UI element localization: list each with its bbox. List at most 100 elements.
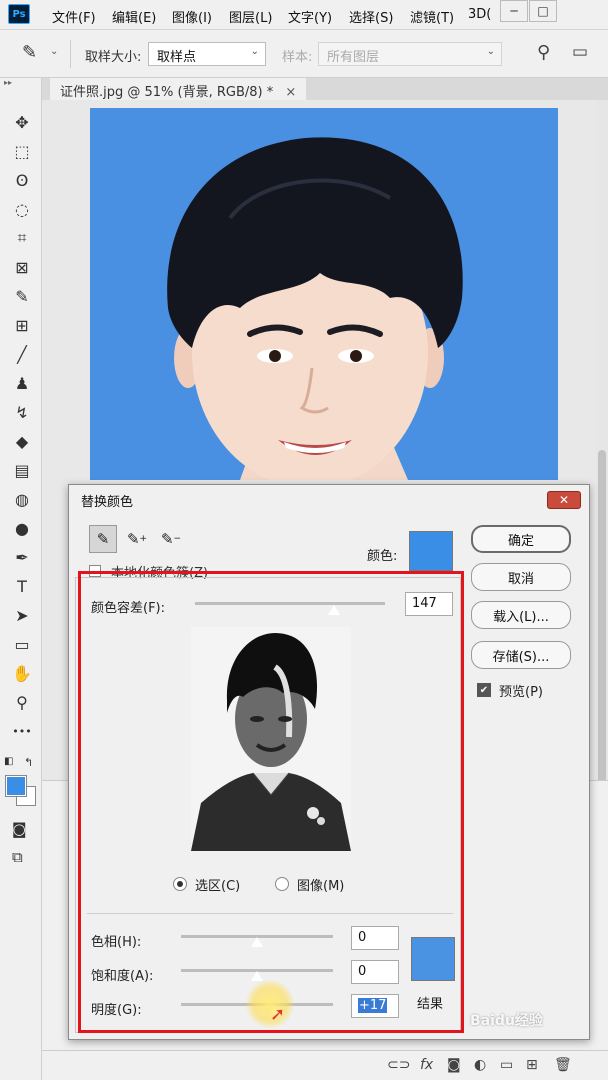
collapse-arrows-icon[interactable]: ▸▸ bbox=[4, 78, 12, 87]
eyedropper-tool-icon[interactable]: ✎ bbox=[22, 42, 37, 63]
menu-type[interactable]: 文字(Y) bbox=[288, 7, 332, 26]
target-color-swatch[interactable] bbox=[409, 531, 453, 571]
chevron-down-icon: ⌄ bbox=[250, 46, 259, 57]
foreground-color-swatch[interactable] bbox=[5, 775, 27, 797]
replace-color-dialog: 替换颜色 ✕ ✎ ✎ + ✎ − 颜色: 本地化颜色簇(Z) 确定 取消 载入(L)… bbox=[68, 484, 590, 1040]
selection-preview[interactable] bbox=[191, 627, 351, 851]
zoom-icon[interactable]: ⚲ bbox=[10, 690, 34, 714]
blur-icon[interactable]: ◍ bbox=[10, 487, 34, 511]
type-icon[interactable]: T bbox=[10, 574, 34, 598]
result-color-swatch[interactable] bbox=[411, 937, 455, 981]
save-button[interactable]: 存储(S)... bbox=[471, 641, 571, 669]
default-colors-icon[interactable]: ◧ bbox=[4, 756, 13, 767]
document-tab[interactable]: 证件照.jpg @ 51% (背景, RGB/8) * × bbox=[50, 78, 307, 100]
group-folder-icon[interactable]: ▭ bbox=[500, 1057, 513, 1073]
mouse-cursor-icon: ➚ bbox=[270, 1004, 286, 1025]
selection-mask-image bbox=[191, 627, 351, 851]
eyedropper-icon[interactable]: ✎ bbox=[89, 525, 117, 553]
menu-filter[interactable]: 滤镜(T) bbox=[410, 7, 454, 26]
frame-icon[interactable]: ⊠ bbox=[10, 255, 34, 279]
layers-panel-footer: ⊂⊃ fx ◙ ◐ ▭ ⊞ 🗑 bbox=[42, 1050, 608, 1080]
eyedropper-plus-icon[interactable]: ✎ + bbox=[123, 525, 151, 553]
hand-icon[interactable]: ✋ bbox=[10, 661, 34, 685]
gradient-icon[interactable]: ▤ bbox=[10, 458, 34, 482]
menu-edit[interactable]: 编辑(E) bbox=[112, 7, 156, 26]
hue-value: 0 bbox=[358, 930, 367, 945]
ok-button[interactable]: 确定 bbox=[471, 525, 571, 553]
sample-select[interactable]: 所有图层 ⌄ bbox=[318, 42, 502, 66]
history-brush-icon[interactable]: ↯ bbox=[10, 400, 34, 424]
eyedropper-minus-icon[interactable]: ✎ − bbox=[157, 525, 185, 553]
lasso-icon[interactable]: ʘ bbox=[10, 168, 34, 192]
fuzziness-value: 147 bbox=[412, 596, 437, 611]
preview-label: 预览(P) bbox=[499, 685, 543, 700]
selection-radio-label: 选区(C) bbox=[195, 879, 241, 894]
menu-layer[interactable]: 图层(L) bbox=[229, 7, 272, 26]
workspace-icon[interactable]: ▭ bbox=[572, 42, 588, 62]
localized-clusters-checkbox[interactable] bbox=[89, 565, 101, 577]
new-layer-icon[interactable]: ⊞ bbox=[526, 1057, 538, 1073]
menu-file[interactable]: 文件(F) bbox=[52, 7, 96, 26]
move-icon[interactable]: ✥ bbox=[10, 110, 34, 134]
marquee-icon[interactable]: ⬚ bbox=[10, 139, 34, 163]
rectangle-icon[interactable]: ▭ bbox=[10, 632, 34, 656]
quick-select-icon[interactable]: ◌ bbox=[10, 197, 34, 221]
path-select-icon[interactable]: ➤ bbox=[10, 603, 34, 627]
more-icon[interactable]: ••• bbox=[10, 719, 34, 743]
menu-image[interactable]: 图像(I) bbox=[172, 7, 212, 26]
restore-button[interactable]: □ bbox=[529, 0, 557, 22]
divider bbox=[70, 40, 71, 68]
image-radio[interactable] bbox=[275, 877, 289, 891]
group-divider bbox=[87, 913, 453, 914]
sample-size-select[interactable]: 取样点 ⌄ bbox=[148, 42, 266, 66]
portrait-image bbox=[167, 137, 463, 480]
crop-icon[interactable]: ⌗ bbox=[10, 226, 34, 250]
dialog-close-button[interactable]: ✕ bbox=[547, 491, 581, 509]
stamp-icon[interactable]: ♟ bbox=[10, 371, 34, 395]
eyedropper-icon[interactable]: ✎ bbox=[10, 284, 34, 308]
mask-icon[interactable]: ◙ bbox=[447, 1057, 461, 1073]
dodge-icon[interactable]: ● bbox=[10, 516, 34, 540]
fuzziness-input[interactable]: 147 bbox=[405, 592, 453, 616]
chevron-down-icon[interactable]: ⌄ bbox=[50, 46, 58, 57]
link-layers-icon[interactable]: ⊂⊃ bbox=[387, 1057, 410, 1073]
photoshop-logo: Ps bbox=[8, 4, 30, 24]
image-radio-label: 图像(M) bbox=[297, 879, 345, 894]
fuzziness-slider-knob[interactable] bbox=[326, 604, 341, 616]
document-photo[interactable] bbox=[90, 108, 558, 480]
eraser-icon[interactable]: ◆ bbox=[10, 429, 34, 453]
hue-slider-knob[interactable] bbox=[250, 936, 264, 948]
saturation-value: 0 bbox=[358, 964, 367, 979]
selection-radio[interactable] bbox=[173, 877, 187, 891]
quick-mask-icon[interactable]: ◙ bbox=[12, 820, 27, 838]
close-tab-icon[interactable]: × bbox=[285, 85, 296, 100]
saturation-label: 饱和度(A): bbox=[91, 969, 154, 984]
saturation-input[interactable]: 0 bbox=[351, 960, 399, 984]
screen-mode-icon[interactable]: ⧉ bbox=[12, 848, 23, 866]
sample-size-label: 取样大小: bbox=[85, 50, 142, 65]
saturation-slider-knob[interactable] bbox=[250, 970, 264, 982]
swap-colors-icon[interactable]: ↰ bbox=[24, 756, 33, 769]
lightness-input[interactable]: +17 bbox=[351, 994, 399, 1018]
minimize-button[interactable]: ─ bbox=[500, 0, 528, 22]
hue-input[interactable]: 0 bbox=[351, 926, 399, 950]
hue-label: 色相(H): bbox=[91, 935, 142, 950]
menu-bar: Ps 文件(F) 编辑(E) 图像(I) 图层(L) 文字(Y) 选择(S) 滤… bbox=[0, 0, 608, 30]
cancel-button[interactable]: 取消 bbox=[471, 563, 571, 591]
delete-layer-icon[interactable]: 🗑 bbox=[554, 1057, 572, 1073]
color-label: 颜色: bbox=[367, 549, 398, 564]
document-tab-title: 证件照.jpg @ 51% (背景, RGB/8) * bbox=[60, 85, 274, 100]
pen-icon[interactable]: ✒ bbox=[10, 545, 34, 569]
fuzziness-slider[interactable] bbox=[195, 602, 385, 605]
load-button[interactable]: 载入(L)... bbox=[471, 601, 571, 629]
menu-select[interactable]: 选择(S) bbox=[349, 7, 393, 26]
fuzziness-label: 颜色容差(F): bbox=[91, 601, 166, 616]
lightness-label: 明度(G): bbox=[91, 1003, 142, 1018]
fx-icon[interactable]: fx bbox=[420, 1057, 433, 1073]
menu-3d[interactable]: 3D( bbox=[468, 7, 491, 22]
brush-icon[interactable]: ╱ bbox=[10, 342, 34, 366]
search-icon[interactable]: ⚲ bbox=[537, 42, 550, 63]
preview-checkbox[interactable]: ✔ bbox=[477, 683, 491, 697]
adjustment-layer-icon[interactable]: ◐ bbox=[474, 1057, 486, 1073]
healing-icon[interactable]: ⊞ bbox=[10, 313, 34, 337]
